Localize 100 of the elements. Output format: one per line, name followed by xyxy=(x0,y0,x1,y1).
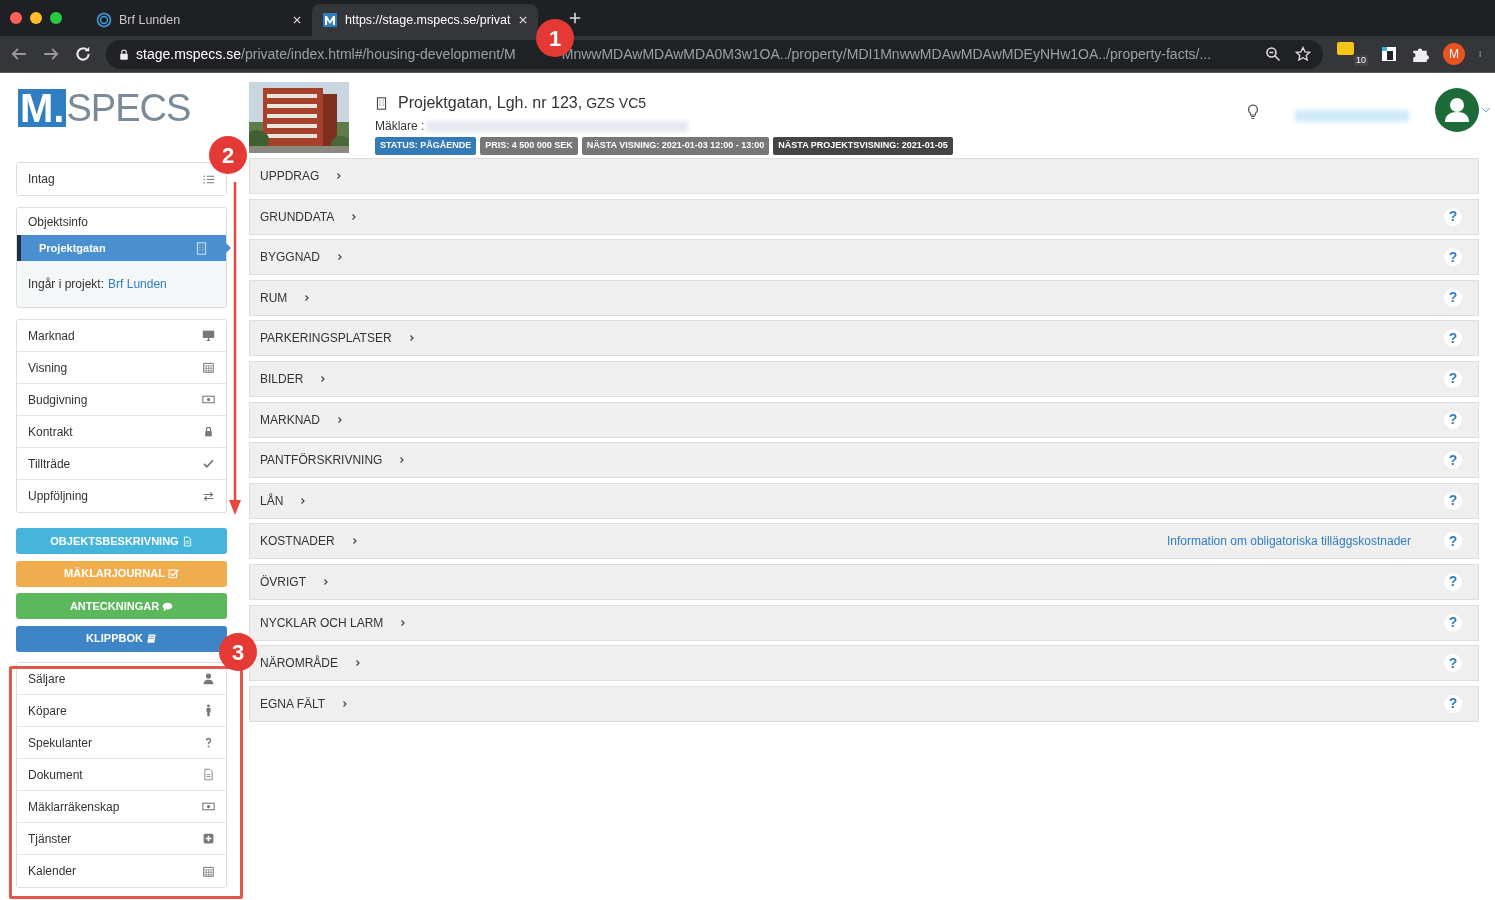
info-link[interactable]: Information om obligatoriska tilläggskostnader xyxy=(1166,532,1411,551)
zoom-out-icon[interactable] xyxy=(1265,46,1281,62)
section-header[interactable]: ÖVRIGT ? xyxy=(249,563,1479,600)
help-button[interactable]: ? xyxy=(1444,491,1462,510)
section-header[interactable]: UPPDRAG xyxy=(249,158,1479,194)
close-icon[interactable] xyxy=(518,15,528,25)
section-title: EGNA FÄLT xyxy=(260,695,326,713)
help-button[interactable]: ? xyxy=(1444,369,1462,388)
help-button[interactable]: ? xyxy=(1444,694,1462,713)
section-title: UPPDRAG xyxy=(260,168,320,185)
banknote-icon xyxy=(202,393,215,406)
section-title: KOSTNADER xyxy=(260,533,335,551)
chevron-down-icon[interactable] xyxy=(1481,105,1491,115)
help-button[interactable]: ? xyxy=(1444,451,1462,470)
monitor-icon xyxy=(202,329,215,342)
url-host: stage.mspecs.se xyxy=(136,44,242,64)
section-header[interactable]: NYCKLAR OCH LARM ? xyxy=(249,604,1479,641)
close-icon[interactable] xyxy=(292,15,302,25)
url-path: MnwwMDAwMDAwMDA0M3w1OA../property/MDI1MnwwMDAwMDAwMDEyNHw1OA../property-facts/... xyxy=(561,44,1212,64)
section-title: ÖVRIGT xyxy=(260,573,306,591)
property-code: GZS VC5 xyxy=(586,94,647,113)
section-title: NÄROMRÅDE xyxy=(260,654,338,673)
help-button[interactable]: ? xyxy=(1444,410,1462,429)
browser-tab[interactable]: https://stage.mspecs.se/privat xyxy=(312,4,538,36)
section-header[interactable]: RUM ? xyxy=(249,279,1479,316)
property-title: Projektgatan, Lgh. nr 123, xyxy=(398,93,583,113)
tab-title: https://stage.mspecs.se/privat xyxy=(345,11,511,29)
help-button[interactable]: ? xyxy=(1444,532,1462,551)
chevron-right-icon xyxy=(336,414,344,425)
section-header[interactable]: PANTFÖRSKRIVNING ? xyxy=(249,442,1479,479)
logo-icon xyxy=(322,12,338,28)
section-header[interactable]: KOSTNADER Information om obligatoriska tilläggskostnader ? xyxy=(249,523,1479,560)
section-title: MARKNAD xyxy=(260,411,320,429)
section-header[interactable]: PARKERINGSPLATSER ? xyxy=(249,320,1479,357)
section-title: BYGGNAD xyxy=(260,249,320,267)
sidebar-item[interactable]: Säljare xyxy=(17,663,226,695)
arrows-icon xyxy=(202,489,215,503)
url-path: /private/index.html#/housing-development/M xyxy=(241,44,516,64)
selection-pointer-icon xyxy=(226,243,231,253)
help-button[interactable]: ? xyxy=(1444,248,1462,267)
chevron-right-icon xyxy=(322,576,330,587)
section-title: RUM xyxy=(260,289,288,307)
window-control-icon[interactable] xyxy=(50,12,62,24)
section-header[interactable]: NÄROMRÅDE ? xyxy=(249,645,1479,682)
action-button[interactable]: KLIPPBOK xyxy=(16,625,227,652)
check-icon xyxy=(202,457,215,470)
help-button[interactable]: ? xyxy=(1444,207,1462,226)
calendar-icon xyxy=(202,361,215,374)
speech-bubble-icon xyxy=(162,600,174,612)
help-button[interactable]: ? xyxy=(1444,654,1462,673)
banknote-icon xyxy=(202,800,215,813)
help-button[interactable]: ? xyxy=(1444,613,1462,632)
document-icon xyxy=(202,768,215,781)
help-button[interactable]: ? xyxy=(1444,572,1462,591)
logo[interactable]: M.SPECS xyxy=(18,83,227,127)
status-badge: PRIS: 4 500 000 SEK xyxy=(480,137,578,155)
help-button[interactable]: ? xyxy=(1444,288,1462,307)
lightbulb-icon[interactable] xyxy=(1245,103,1261,121)
user-icon xyxy=(202,672,215,685)
sidebar-item[interactable]: Marknad xyxy=(17,320,226,352)
plus-icon xyxy=(202,832,215,845)
section-title: PARKERINGSPLATSER xyxy=(260,330,392,348)
profile-avatar[interactable]: M xyxy=(1443,43,1465,65)
broker-label: Mäklare : xyxy=(375,118,425,135)
section-header[interactable]: BYGGNAD ? xyxy=(249,239,1479,276)
status-badge: NÄSTA VISNING: 2021-01-03 12:00 - 13:00 xyxy=(581,137,770,155)
section-header[interactable]: MARKNAD ? xyxy=(249,401,1479,438)
section-header[interactable]: GRUNDDATA ? xyxy=(249,198,1479,235)
window-control-icon[interactable] xyxy=(30,12,42,24)
section-header[interactable]: BILDER ? xyxy=(249,360,1479,397)
building-icon xyxy=(195,241,208,255)
lock-icon xyxy=(118,47,130,61)
star-icon[interactable] xyxy=(1295,46,1311,62)
browser-tab[interactable]: Brf Lunden xyxy=(86,4,312,36)
extension-badge: 10 xyxy=(1354,55,1368,66)
section-title: BILDER xyxy=(260,370,304,388)
section-title: NYCKLAR OCH LARM xyxy=(260,614,384,632)
section-header[interactable]: EGNA FÄLT ? xyxy=(249,685,1479,722)
checkbox-icon xyxy=(167,568,179,579)
status-badge: STATUS: PÅGÅENDE xyxy=(375,137,477,155)
section-header[interactable]: LÅN ? xyxy=(249,482,1479,519)
callout-badge: 2 xyxy=(209,136,247,174)
sidebar-item[interactable]: Intag xyxy=(17,163,226,195)
section-title: PANTFÖRSKRIVNING xyxy=(260,452,383,470)
calendar-icon xyxy=(202,864,215,878)
help-button[interactable]: ? xyxy=(1444,329,1462,348)
book-icon xyxy=(145,633,157,644)
avatar[interactable] xyxy=(1435,88,1479,132)
status-badge: NÄSTA PROJEKTSVISNING: 2021-01-05 xyxy=(773,137,953,155)
section-title: GRUNDDATA xyxy=(260,208,335,226)
panel-heading: Objektsinfo xyxy=(17,208,226,235)
project-link[interactable]: Brf Lunden xyxy=(108,275,167,293)
new-tab-icon[interactable] xyxy=(568,11,582,25)
reload-icon[interactable] xyxy=(74,45,92,63)
building-icon xyxy=(375,96,388,110)
window-control-icon[interactable] xyxy=(10,12,22,24)
tab-title: Brf Lunden xyxy=(119,11,182,29)
section-title: LÅN xyxy=(260,492,284,510)
lock-icon xyxy=(202,425,215,438)
extension-icon[interactable] xyxy=(1381,46,1397,62)
